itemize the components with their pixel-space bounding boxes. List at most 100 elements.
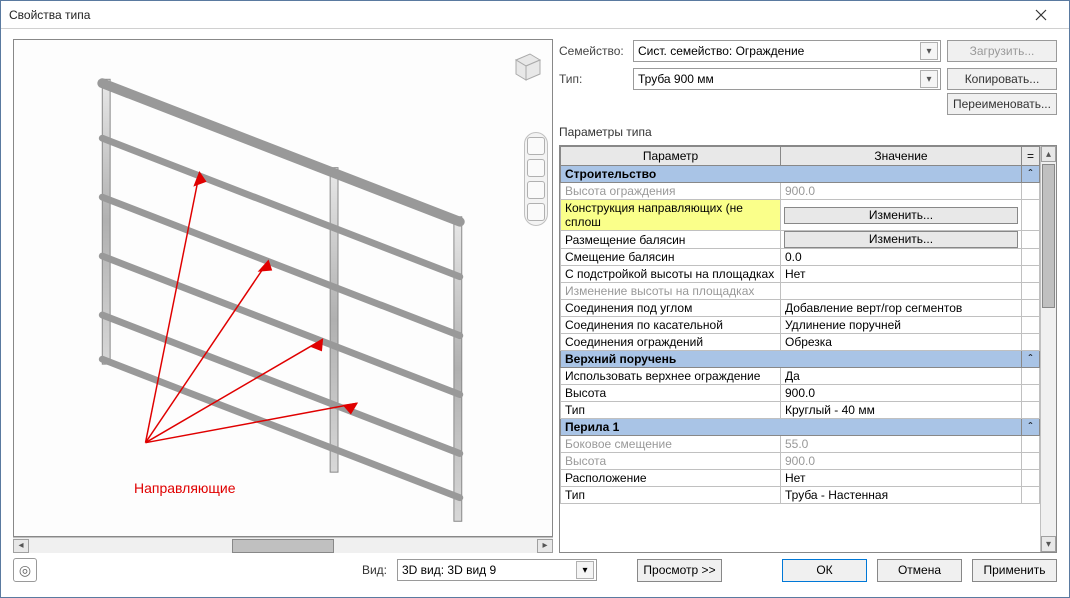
- param-row[interactable]: Соединения под угломДобавление верт/гор …: [561, 300, 1040, 317]
- param-value[interactable]: 0.0: [781, 249, 1022, 266]
- group-header[interactable]: Перила 1ˆ: [561, 419, 1040, 436]
- param-eq: [1022, 385, 1040, 402]
- param-value[interactable]: Да: [781, 368, 1022, 385]
- param-row[interactable]: Высота900.0: [561, 453, 1040, 470]
- param-value[interactable]: 900.0: [781, 385, 1022, 402]
- type-select[interactable]: Труба 900 мм ▾: [633, 68, 941, 90]
- param-eq: [1022, 266, 1040, 283]
- param-row[interactable]: Размещение балясинИзменить...: [561, 231, 1040, 249]
- preview-panel: Направляющие ◂ ▸: [13, 39, 553, 553]
- ok-button[interactable]: ОК: [782, 559, 867, 582]
- col-value[interactable]: Значение: [781, 147, 1022, 166]
- cancel-button[interactable]: Отмена: [877, 559, 962, 582]
- titlebar: Свойства типа: [1, 1, 1069, 29]
- edit-button[interactable]: Изменить...: [784, 207, 1018, 224]
- steering-wheel-icon[interactable]: [527, 137, 545, 155]
- param-value[interactable]: 900.0: [781, 183, 1022, 200]
- param-row[interactable]: Высота900.0: [561, 385, 1040, 402]
- param-value[interactable]: Нет: [781, 470, 1022, 487]
- param-value[interactable]: 900.0: [781, 453, 1022, 470]
- parameters-grid[interactable]: Параметр Значение = СтроительствоˆВысота…: [560, 146, 1040, 504]
- view-select[interactable]: 3D вид: 3D вид 9 ▾: [397, 559, 597, 581]
- param-name: Высота: [561, 453, 781, 470]
- param-row[interactable]: Использовать верхнее ограждениеДа: [561, 368, 1040, 385]
- orbit-icon[interactable]: [527, 203, 545, 221]
- param-name: Использовать верхнее ограждение: [561, 368, 781, 385]
- param-value[interactable]: 55.0: [781, 436, 1022, 453]
- param-value[interactable]: Изменить...: [781, 200, 1022, 231]
- param-name: Соединения по касательной: [561, 317, 781, 334]
- chevron-down-icon[interactable]: ▾: [576, 561, 594, 579]
- param-row[interactable]: Соединения огражденийОбрезка: [561, 334, 1040, 351]
- param-eq: [1022, 283, 1040, 300]
- rename-button[interactable]: Переименовать...: [947, 93, 1057, 115]
- preview-toggle-button[interactable]: Просмотр >>: [637, 559, 722, 582]
- param-row[interactable]: ТипТруба - Настенная: [561, 487, 1040, 504]
- collapse-icon[interactable]: ˆ: [1022, 166, 1040, 183]
- group-header[interactable]: Строительствоˆ: [561, 166, 1040, 183]
- copy-button[interactable]: Копировать...: [947, 68, 1057, 90]
- pan-icon[interactable]: [527, 159, 545, 177]
- col-equals[interactable]: =: [1022, 147, 1040, 166]
- param-row[interactable]: С подстройкой высоты на площадкахНет: [561, 266, 1040, 283]
- collapse-icon[interactable]: ˆ: [1022, 419, 1040, 436]
- scroll-up-icon[interactable]: ▴: [1041, 146, 1056, 162]
- param-name: Расположение: [561, 470, 781, 487]
- preview-annotation: Направляющие: [134, 480, 236, 496]
- dialog-footer: ◎ Вид: 3D вид: 3D вид 9 ▾ Просмотр >> ОК…: [1, 553, 1069, 597]
- apply-button[interactable]: Применить: [972, 559, 1057, 582]
- param-row[interactable]: Соединения по касательнойУдлинение поруч…: [561, 317, 1040, 334]
- preview-hscrollbar[interactable]: ◂ ▸: [13, 537, 553, 553]
- grid-vscrollbar[interactable]: ▴ ▾: [1040, 146, 1056, 552]
- param-value[interactable]: Удлинение поручней: [781, 317, 1022, 334]
- scroll-left-icon[interactable]: ◂: [13, 539, 29, 553]
- group-header[interactable]: Верхний порученьˆ: [561, 351, 1040, 368]
- col-parameter[interactable]: Параметр: [561, 147, 781, 166]
- param-value[interactable]: Труба - Настенная: [781, 487, 1022, 504]
- param-name: Соединения ограждений: [561, 334, 781, 351]
- preview-viewport[interactable]: Направляющие: [13, 39, 553, 537]
- param-value[interactable]: Круглый - 40 мм: [781, 402, 1022, 419]
- param-name: Смещение балясин: [561, 249, 781, 266]
- zoom-icon[interactable]: [527, 181, 545, 199]
- param-value[interactable]: Изменить...: [781, 231, 1022, 249]
- vscroll-thumb[interactable]: [1042, 164, 1055, 308]
- param-name: Размещение балясин: [561, 231, 781, 249]
- scroll-right-icon[interactable]: ▸: [537, 539, 553, 553]
- navigation-bar[interactable]: [524, 132, 548, 226]
- param-row[interactable]: Высота ограждения900.0: [561, 183, 1040, 200]
- param-row[interactable]: Изменение высоты на площадках: [561, 283, 1040, 300]
- family-select[interactable]: Сист. семейство: Ограждение ▾: [633, 40, 941, 62]
- type-properties-dialog: Свойства типа: [0, 0, 1070, 598]
- close-button[interactable]: [1021, 2, 1061, 28]
- param-row[interactable]: Смещение балясин0.0: [561, 249, 1040, 266]
- param-eq: [1022, 487, 1040, 504]
- chevron-down-icon[interactable]: ▾: [920, 42, 938, 60]
- group-name: Перила 1: [561, 419, 1022, 436]
- edit-button[interactable]: Изменить...: [784, 231, 1018, 248]
- viewcube[interactable]: [506, 46, 546, 86]
- family-label: Семейство:: [559, 44, 627, 58]
- param-value[interactable]: [781, 283, 1022, 300]
- hscroll-thumb[interactable]: [232, 539, 334, 553]
- toggle-preview-button[interactable]: ◎: [13, 558, 37, 582]
- param-row[interactable]: Боковое смещение55.0: [561, 436, 1040, 453]
- param-value[interactable]: Нет: [781, 266, 1022, 283]
- collapse-icon[interactable]: ˆ: [1022, 351, 1040, 368]
- railing-preview: [14, 40, 552, 536]
- params-section-label: Параметры типа: [559, 123, 1057, 141]
- param-name: Тип: [561, 487, 781, 504]
- param-eq: [1022, 231, 1040, 249]
- param-value[interactable]: Добавление верт/гор сегментов: [781, 300, 1022, 317]
- param-row[interactable]: Конструкция направляющих (не сплошИзмени…: [561, 200, 1040, 231]
- param-eq: [1022, 317, 1040, 334]
- param-row[interactable]: РасположениеНет: [561, 470, 1040, 487]
- chevron-down-icon[interactable]: ▾: [920, 70, 938, 88]
- param-name: Тип: [561, 402, 781, 419]
- param-value[interactable]: Обрезка: [781, 334, 1022, 351]
- param-name: Изменение высоты на площадках: [561, 283, 781, 300]
- scroll-down-icon[interactable]: ▾: [1041, 536, 1056, 552]
- param-name: Конструкция направляющих (не сплош: [561, 200, 781, 231]
- param-row[interactable]: ТипКруглый - 40 мм: [561, 402, 1040, 419]
- load-button[interactable]: Загрузить...: [947, 40, 1057, 62]
